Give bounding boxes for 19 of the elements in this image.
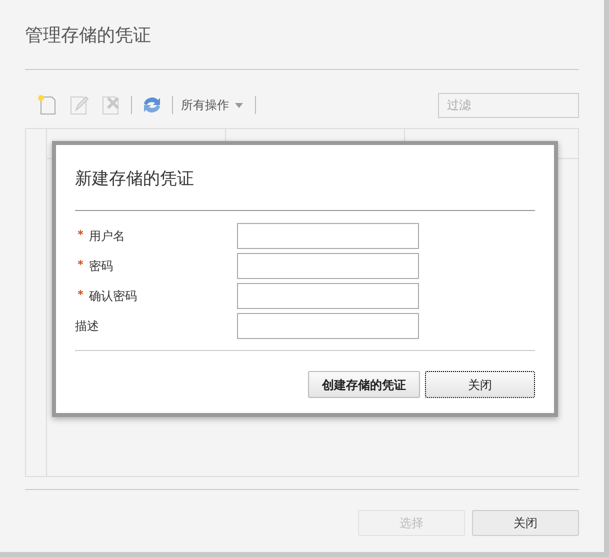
close-button[interactable]: 关闭 [472,510,579,536]
input-field[interactable] [237,282,419,308]
field-label: 用户名 [89,228,125,244]
field-label: 密码 [89,258,113,274]
dialog-title: 新建存储的凭证 [75,168,195,190]
input-field[interactable] [237,222,419,248]
close-button[interactable]: 关闭 [425,371,535,398]
create-button[interactable]: 创建存储的凭证 [308,371,420,398]
input-field[interactable] [237,252,419,278]
window-title: 管理存储的凭证 [25,24,152,47]
new-document-icon [36,94,58,116]
field-label: 确认密码 [89,288,137,304]
filter-field[interactable]: 过滤 [438,92,579,118]
delete-document-icon [100,94,122,116]
actions-menu[interactable]: 所有操作 [181,96,243,114]
pencil-document-icon [68,94,90,116]
input-field[interactable] [237,312,419,338]
caret-icon [235,102,243,108]
field-label: 描述 [75,318,99,334]
